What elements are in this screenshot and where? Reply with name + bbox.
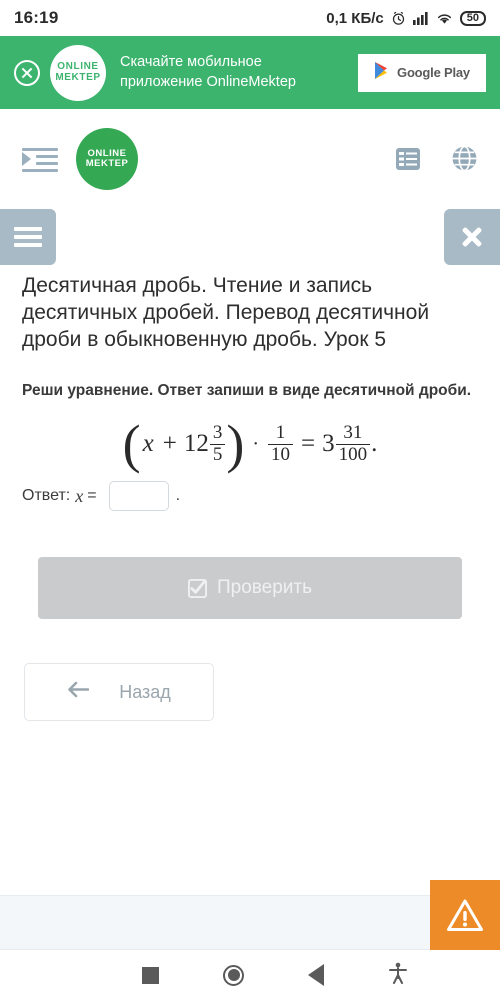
accessibility-icon[interactable] [388,962,408,989]
equation-fraction-3: 31 100 [335,422,371,466]
site-header: ONLINE MEKTEP [0,109,500,209]
promo-text: Скачайте мобильное приложение OnlineMekt… [116,53,348,92]
fraction-3-numerator: 31 [343,422,363,444]
lesson-title: Десятичная дробь. Чтение и запись десяти… [22,274,430,351]
status-bar-clock: 16:19 [14,8,59,27]
header-actions [395,145,478,172]
google-play-button[interactable]: Google Play [358,53,486,92]
indent-menu-icon[interactable] [22,146,58,172]
equation-equals: = [301,430,316,458]
alarm-clock-icon [391,11,406,26]
arrow-left-icon [67,681,90,703]
equation-whole-2: 3 [322,430,335,458]
app-promo-banner: ONLINE MEKTEP Скачайте мобильное приложе… [0,36,500,109]
equation-fraction-1: 3 5 [209,422,226,466]
phone-screen: 16:19 0,1 КБ/с 50 ONLINE MEKTEP Скачайте… [0,0,500,1000]
equation-variable: x [142,430,154,458]
fraction-3-denominator: 100 [335,443,371,466]
x-mark [460,225,484,249]
equation-close-paren: ) [226,413,245,474]
promo-logo: ONLINE MEKTEP [50,44,106,101]
list-icon[interactable] [395,146,421,172]
battery-indicator: 50 [459,10,486,26]
task-instruction: Реши уравнение. Ответ запиши в виде деся… [22,381,472,399]
equation-plus: + [162,430,177,458]
warning-triangle-icon[interactable] [430,880,500,950]
site-logo-line1: ONLINE [87,147,127,159]
back-triangle-icon[interactable] [308,964,324,986]
equation-fraction-2: 1 10 [268,423,293,465]
fraction-1-numerator: 3 [212,422,223,444]
equation: ( x + 12 3 5 ) · 1 10 = 3 31 100 . [0,413,500,474]
answer-row: Ответ: x = . [0,465,500,512]
fraction-2-numerator: 1 [275,422,286,444]
hamburger-lines [14,223,42,251]
cellular-signal-icon [412,11,429,25]
equation-multiply: · [252,432,259,455]
android-nav-bar [0,950,500,1000]
promo-text-line2: приложение OnlineMektep [120,73,296,90]
equation-period: . [371,430,378,458]
fraction-2-denominator: 10 [268,443,293,466]
google-play-label: Google Play [397,65,470,80]
answer-label: Ответ: [22,487,71,505]
check-button[interactable]: Проверить [38,557,462,620]
lesson-controls [0,209,500,269]
checkbox-checked-icon [187,578,207,598]
lesson-content: Десятичная дробь. Чтение и запись десяти… [0,209,500,722]
equation-whole-1: 12 [183,430,209,458]
status-bar-indicators: 0,1 КБ/с 50 [326,10,486,27]
site-logo[interactable]: ONLINE MEKTEP [76,127,138,190]
answer-input[interactable] [108,481,169,512]
answer-period: . [175,487,181,505]
footer-strip [0,895,500,950]
close-circle-icon[interactable] [14,59,40,86]
fraction-1-denominator: 5 [209,443,226,466]
answer-equals: = [87,487,97,505]
promo-logo-line1: ONLINE [57,61,99,72]
wifi-icon [436,12,453,25]
network-speed-label: 0,1 КБ/с [326,9,384,27]
check-button-label: Проверить [216,577,313,599]
google-play-icon [374,61,391,85]
promo-text-line1: Скачайте мобильное [120,53,262,70]
recents-square-icon[interactable] [142,966,159,984]
promo-logo-line2: MEKTEP [55,71,101,83]
hamburger-menu-icon[interactable] [0,209,56,265]
status-bar: 16:19 0,1 КБ/с 50 [0,0,500,36]
back-button-label: Назад [119,681,171,702]
close-x-icon[interactable] [444,209,500,265]
back-button[interactable]: Назад [24,663,214,722]
answer-variable: x [75,485,84,506]
site-logo-line2: MEKTEP [85,157,129,169]
globe-icon[interactable] [451,145,478,172]
home-circle-icon[interactable] [223,964,244,986]
equation-open-paren: ( [122,413,141,474]
